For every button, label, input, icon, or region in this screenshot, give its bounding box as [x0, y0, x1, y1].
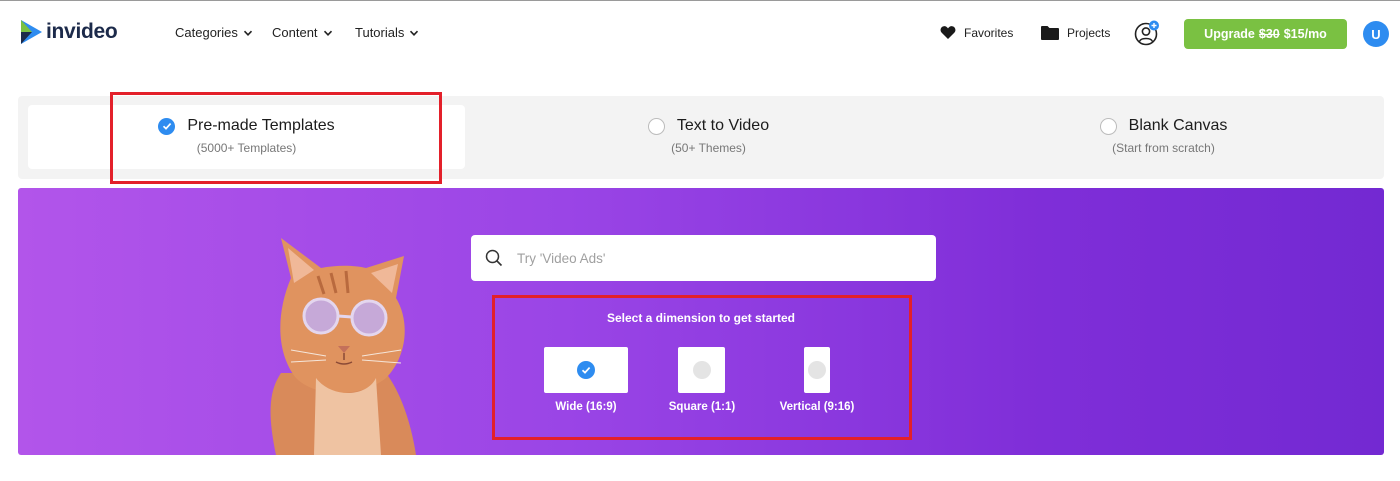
logo[interactable]: invideo: [18, 16, 118, 48]
chevron-down-icon: [243, 30, 252, 36]
top-nav: invideo Categories Content Tutorials Fav…: [0, 1, 1400, 63]
add-user-icon[interactable]: [1134, 20, 1160, 46]
projects-link[interactable]: Projects: [1041, 25, 1110, 40]
upgrade-new-price: $15/mo: [1283, 27, 1327, 41]
invideo-logo-icon: [21, 20, 42, 44]
upgrade-old-price: $30: [1258, 27, 1280, 41]
projects-label: Projects: [1067, 25, 1111, 40]
avatar[interactable]: U: [1363, 21, 1389, 47]
highlight-box-templates: [110, 92, 442, 184]
menu-content[interactable]: Content: [272, 25, 333, 40]
tab-blank-canvas[interactable]: Blank Canvas (Start from scratch): [945, 117, 1382, 155]
radio-unchecked-icon: [1099, 117, 1117, 135]
search-icon: [485, 249, 503, 267]
chevron-down-icon: [410, 30, 419, 36]
tab-text-to-video[interactable]: Text to Video (50+ Themes): [485, 117, 932, 155]
menu-label: Tutorials: [355, 25, 405, 40]
tab-subtitle: (50+ Themes): [671, 141, 746, 155]
logo-text: invideo: [46, 20, 118, 43]
highlight-box-dimensions: [492, 295, 912, 440]
template-search-bar[interactable]: [471, 235, 936, 281]
search-input[interactable]: [517, 250, 917, 266]
menu-label: Content: [272, 25, 318, 40]
radio-unchecked-icon: [647, 117, 665, 135]
menu-label: Categories: [175, 25, 238, 40]
tab-subtitle: (Start from scratch): [1112, 141, 1215, 155]
tab-title: Blank Canvas: [1128, 117, 1228, 134]
heart-icon: [940, 26, 956, 39]
favorites-label: Favorites: [964, 25, 1014, 40]
cat-with-sunglasses-image: [270, 238, 416, 455]
menu-tutorials[interactable]: Tutorials: [355, 25, 419, 40]
folder-icon: [1041, 26, 1059, 40]
upgrade-label: Upgrade: [1204, 27, 1255, 41]
tab-title: Text to Video: [676, 117, 770, 134]
menu-categories[interactable]: Categories: [175, 25, 253, 40]
upgrade-button[interactable]: Upgrade $30 $15/mo: [1184, 19, 1347, 49]
chevron-down-icon: [323, 30, 332, 36]
favorites-link[interactable]: Favorites: [940, 25, 1013, 40]
